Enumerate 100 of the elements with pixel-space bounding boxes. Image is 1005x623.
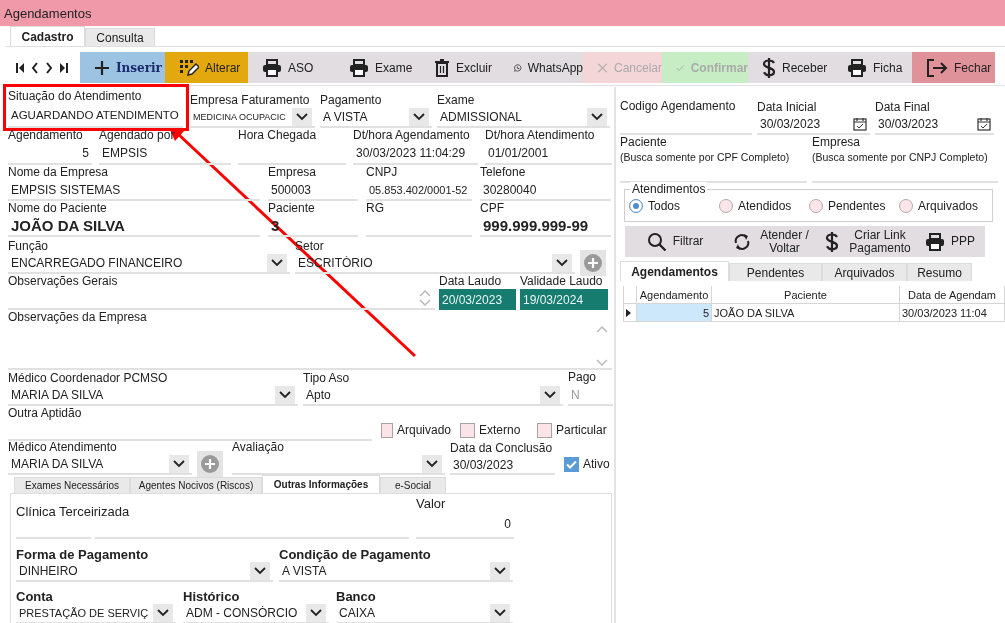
field-label: Paciente [620,135,668,150]
field-label: RG [366,201,385,216]
radio-button[interactable] [899,198,913,213]
dropdown[interactable]: MEDICINA OCUPACIC [190,108,315,128]
action-button[interactable]: Filtrar [625,231,725,252]
field-label: Observações da Empresa [8,310,148,325]
checkbox[interactable] [460,422,475,438]
dropdown[interactable]: MARIA DA SILVA [8,386,298,406]
dropdown[interactable]: ENCARREGADO FINANCEIRO [8,254,290,274]
chevron-down-icon [413,113,425,121]
tab[interactable]: Agendamentos [620,261,729,281]
input-field[interactable]: EMPSIS SISTEMAS [8,180,260,201]
dropdown[interactable]: A VISTA [320,108,432,128]
radio-label: Arquivados [918,198,979,213]
tab[interactable]: Resumo [907,263,972,281]
tab[interactable]: e-Social [380,477,446,493]
dropdown[interactable]: PRESTAÇÃO DE SERVIÇ [16,604,176,623]
chevron-down-icon [494,567,506,575]
add-button[interactable] [580,250,606,276]
field-label: Agendamento [8,128,84,143]
radio-button[interactable] [809,198,823,213]
chevron-down-icon [279,391,291,399]
column-header[interactable]: Paciente [712,286,900,303]
field-hint: (Busca somente por CNPJ Completo) [812,150,989,164]
text-area[interactable] [8,325,612,370]
checkbox-label: Ativo [583,457,610,471]
text-area[interactable] [8,289,435,310]
field-label: Função [8,239,50,254]
column-header[interactable]: Agendamento [637,286,712,303]
action-button[interactable]: PPP [920,232,980,251]
tab[interactable]: Arquivados [822,263,907,281]
input-field[interactable]: 999.999.999-99 [480,216,611,237]
toolbar-button[interactable]: Fechar [912,52,995,83]
tab[interactable]: Agentes Nocivos (Riscos) [130,477,262,493]
date-field[interactable]: 19/03/2024 [520,289,608,310]
calendar-icon [853,117,867,131]
input-field[interactable]: JOÃO DA SILVA [8,216,260,237]
date-field[interactable]: 30/03/2023 [757,115,870,135]
toolbar-button[interactable]: Exame [335,52,420,83]
toolbar-button[interactable]: Receber [748,52,833,83]
toolbar-button[interactable]: Excluir [420,52,500,83]
date-field[interactable]: 20/03/2023 [439,289,516,310]
checkbox[interactable] [564,456,579,472]
dropdown[interactable]: A VISTA [279,562,513,582]
field-label: Dt/hora Atendimento [485,128,596,143]
chevron-down-icon [296,113,308,121]
dropdown[interactable]: Apto [303,386,563,406]
plus-circle-icon [583,253,603,273]
input-field[interactable]: 5 [8,143,92,165]
tab[interactable]: Cadastro [10,26,85,46]
toolbar-button[interactable]: Alterar [165,52,248,83]
checkbox-label: Particular [556,423,607,437]
checkbox-label: Arquivado [396,423,451,437]
chevron-down-icon [254,567,266,575]
next-icon[interactable] [45,61,53,74]
chevron-down-icon [426,460,438,468]
input-field[interactable]: 0 [416,511,514,539]
previous-icon[interactable] [31,61,39,74]
first-record-icon[interactable] [16,61,25,74]
table-cell: 30/03/2023 11:04 [900,304,1005,321]
input-field[interactable]: 01/01/2001 [485,143,612,165]
last-record-icon[interactable] [59,61,68,74]
input-field[interactable]: 30/03/2023 [450,456,555,475]
spin-arrows-icon [596,326,608,366]
column-header[interactable]: Data de Agendam [900,286,1005,303]
action-button[interactable]: Criar Link Pagamento [820,228,920,255]
date-field[interactable]: 30/03/2023 [875,115,994,135]
trash-icon [434,58,450,77]
input-field[interactable]: AGUARDANDO ATENDIMENTO [8,104,183,128]
checkbox[interactable] [537,422,552,438]
dropdown[interactable]: MARIA DA SILVA [8,455,192,475]
toolbar-button[interactable]: Inserir [80,52,165,83]
tab[interactable]: Exames Necessários [14,477,130,493]
tab[interactable]: Outras Informações [262,475,380,493]
radio-button[interactable] [629,198,643,213]
field-label: Empresa [268,165,318,180]
field-label: Telefone [480,165,527,180]
field-hint: (Busca somente por CPF Completo) [620,150,791,164]
input-field[interactable]: 30/03/2023 11:04:29 [353,143,478,165]
add-button[interactable] [197,451,223,477]
input-field[interactable]: 500003 [268,180,358,201]
input-field[interactable]: EMPSIS [99,143,231,165]
action-button[interactable]: Atender / Voltar [725,228,820,255]
dropdown[interactable]: ADMISSIONAL [437,108,610,128]
radio-button[interactable] [719,198,733,213]
dollar-icon [762,56,776,79]
dropdown[interactable]: ADM - CONSÓRCIO [183,604,329,623]
input-field[interactable]: 30280040 [480,180,611,201]
radio-label: Atendidos [738,198,792,213]
toolbar-button[interactable]: WhatsApp [500,52,583,83]
tab[interactable]: Consulta [85,28,155,46]
toolbar-button[interactable]: ASO [248,52,335,83]
tab[interactable]: Pendentes [729,263,822,281]
exit-icon [926,57,948,78]
checkbox[interactable] [381,422,393,438]
toolbar-button[interactable]: Ficha [833,52,912,83]
dropdown[interactable]: CAIXA [336,604,513,623]
chevron-down-icon [310,609,322,617]
dropdown[interactable]: DINHEIRO [16,562,273,582]
input-field[interactable]: 05.853.402/0001-52 [366,180,472,201]
